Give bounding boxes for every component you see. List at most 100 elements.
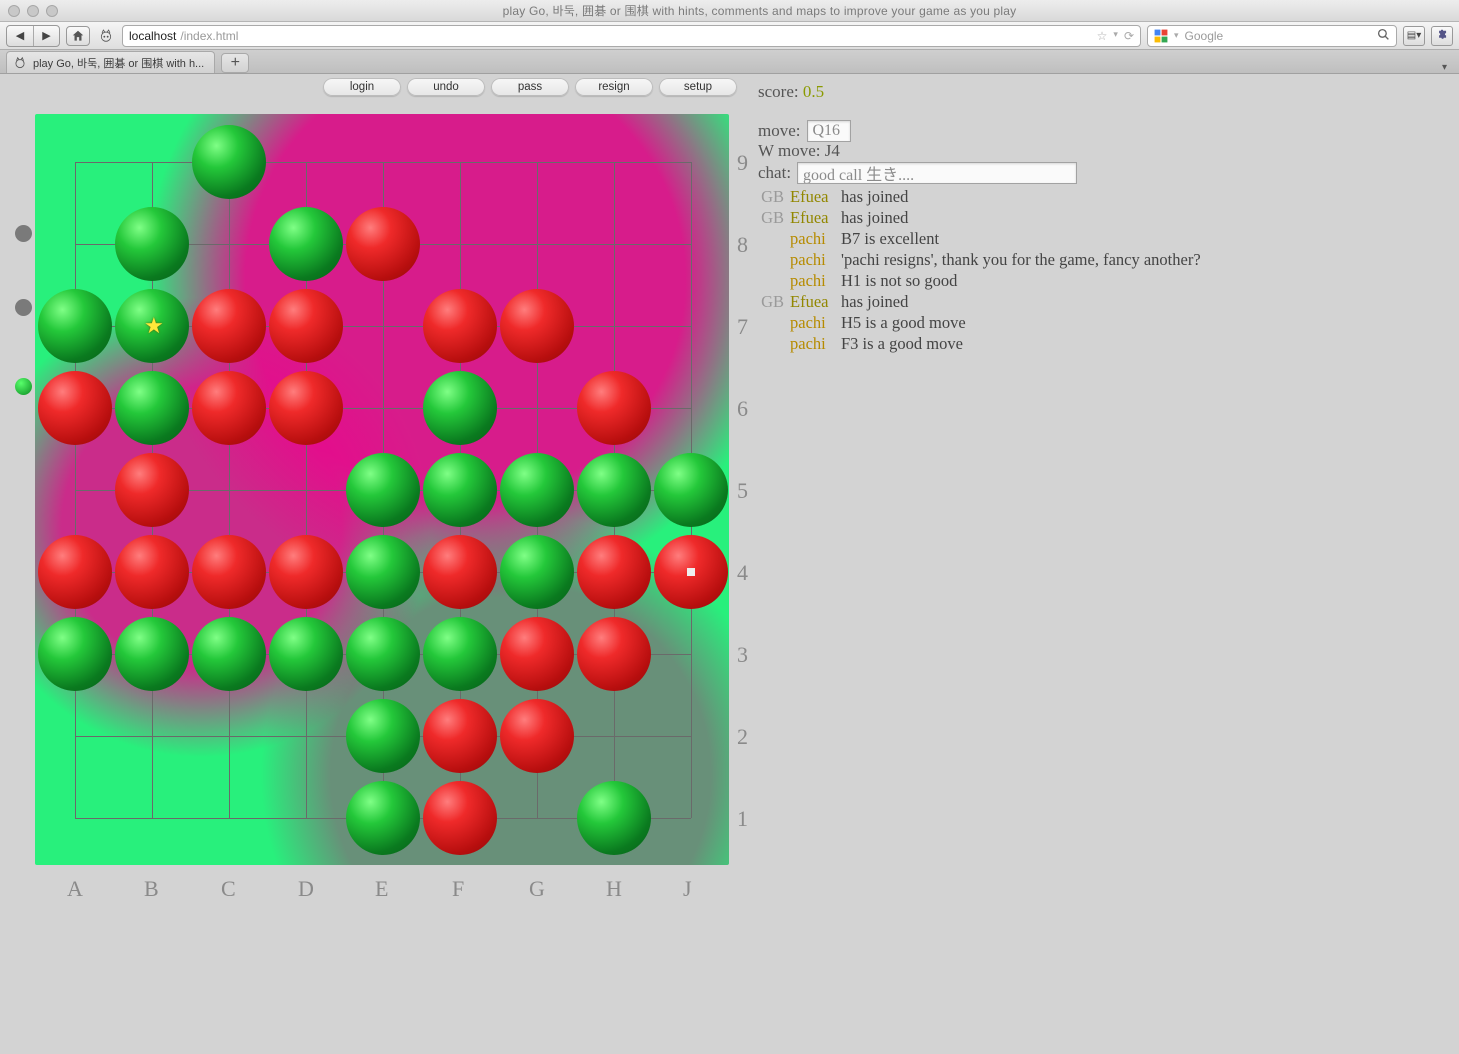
tab-overflow-icon[interactable]: ▾ (1436, 62, 1453, 73)
chat-line: GBEfueahas joined (760, 207, 1201, 228)
stone-red[interactable] (577, 371, 651, 445)
stone-red[interactable] (500, 617, 574, 691)
chat-line: pachi'pachi resigns', thank you for the … (760, 249, 1201, 270)
chat-user: Efuea (790, 208, 835, 228)
stone-red[interactable] (500, 699, 574, 773)
col-label: J (683, 876, 692, 902)
stone-green[interactable] (346, 617, 420, 691)
stone-red[interactable] (423, 781, 497, 855)
site-icon (96, 26, 116, 46)
row-label: 2 (737, 724, 748, 750)
chat-text: F3 is a good move (841, 334, 963, 354)
stone-red[interactable] (346, 207, 420, 281)
stone-red[interactable] (38, 371, 112, 445)
reload-icon[interactable]: ⟳ (1124, 29, 1134, 43)
home-button[interactable] (66, 26, 90, 46)
chat-text: has joined (841, 208, 908, 228)
move-input[interactable] (807, 120, 851, 142)
minimize-icon[interactable] (27, 5, 39, 17)
stone-green[interactable] (500, 453, 574, 527)
chat-line: pachiB7 is excellent (760, 228, 1201, 249)
dropdown-icon[interactable]: ▾ (1113, 29, 1118, 43)
undo-button[interactable]: undo (407, 78, 485, 96)
score-label: score: (758, 82, 803, 101)
setup-button[interactable]: setup (659, 78, 737, 96)
search-bar[interactable]: ▾ Google (1147, 25, 1397, 47)
login-button[interactable]: login (323, 78, 401, 96)
new-tab-button[interactable]: + (221, 53, 249, 73)
url-bar[interactable]: localhost/index.html ☆ ▾ ⟳ (122, 25, 1141, 47)
url-host: localhost (129, 29, 176, 43)
stone-red[interactable] (577, 535, 651, 609)
stone-red[interactable] (115, 535, 189, 609)
stone-green[interactable] (192, 125, 266, 199)
bookmarks-button[interactable]: ▤▾ (1403, 26, 1425, 46)
chat-user: pachi (790, 271, 835, 291)
chat-line: pachiH1 is not so good (760, 270, 1201, 291)
stone-red[interactable] (269, 289, 343, 363)
side-dot (15, 225, 32, 242)
col-label: B (144, 876, 159, 902)
stone-green[interactable] (38, 617, 112, 691)
row-label: 8 (737, 232, 748, 258)
stone-green[interactable] (115, 207, 189, 281)
stone-green[interactable] (192, 617, 266, 691)
chat-input[interactable] (797, 162, 1077, 184)
col-label: D (298, 876, 314, 902)
bookmark-star-icon[interactable]: ☆ (1097, 29, 1108, 43)
stone-red[interactable] (192, 371, 266, 445)
stone-green[interactable] (115, 371, 189, 445)
stone-green[interactable] (423, 453, 497, 527)
stone-red[interactable] (577, 617, 651, 691)
stone-green[interactable] (346, 535, 420, 609)
stone-green[interactable] (346, 699, 420, 773)
search-icon[interactable] (1377, 28, 1390, 44)
pass-button[interactable]: pass (491, 78, 569, 96)
row-label: 4 (737, 560, 748, 586)
stone-green[interactable] (269, 207, 343, 281)
close-icon[interactable] (8, 5, 20, 17)
stone-green[interactable] (500, 535, 574, 609)
back-button[interactable]: ◀ (7, 26, 33, 46)
stone-green[interactable] (577, 453, 651, 527)
chat-user: pachi (790, 250, 835, 270)
stone-red[interactable] (115, 453, 189, 527)
tab-label: play Go, 바둑, 囲碁 or 围棋 with h... (33, 55, 204, 71)
stone-red[interactable] (423, 535, 497, 609)
extensions-button[interactable] (1431, 26, 1453, 46)
chat-text: B7 is excellent (841, 229, 939, 249)
wmove-label: W move: J4 (758, 141, 840, 161)
stone-green[interactable] (346, 781, 420, 855)
chat-log: GBEfueahas joinedGBEfueahas joinedpachiB… (760, 186, 1201, 354)
stone-green[interactable] (38, 289, 112, 363)
forward-button[interactable]: ▶ (33, 26, 59, 46)
chevron-down-icon[interactable]: ▾ (1174, 30, 1179, 41)
stone-red[interactable] (423, 289, 497, 363)
stone-green[interactable] (269, 617, 343, 691)
stone-green[interactable] (423, 371, 497, 445)
stone-red[interactable] (192, 535, 266, 609)
stone-green[interactable] (346, 453, 420, 527)
page-content: login undo pass resign setup score: 0.5 … (0, 74, 1459, 1054)
go-board[interactable]: ★ 987654321ABCDEFGHJ (35, 114, 750, 919)
stone-red[interactable] (269, 535, 343, 609)
chat-prefix: GB (760, 292, 784, 312)
zoom-icon[interactable] (46, 5, 58, 17)
resign-button[interactable]: resign (575, 78, 653, 96)
stone-green[interactable] (423, 617, 497, 691)
chat-user: Efuea (790, 187, 835, 207)
stone-red[interactable] (423, 699, 497, 773)
stone-red[interactable] (38, 535, 112, 609)
traffic-lights (8, 5, 58, 17)
score-display: score: 0.5 (758, 82, 824, 102)
stone-red[interactable] (192, 289, 266, 363)
stone-red[interactable] (269, 371, 343, 445)
move-label: move: (758, 121, 801, 141)
window-title: play Go, 바둑, 囲碁 or 围棋 with hints, commen… (68, 2, 1451, 19)
row-label: 1 (737, 806, 748, 832)
stone-green[interactable] (654, 453, 728, 527)
tab-go[interactable]: play Go, 바둑, 囲碁 or 围棋 with h... (6, 51, 215, 73)
stone-green[interactable] (577, 781, 651, 855)
stone-green[interactable] (115, 617, 189, 691)
stone-red[interactable] (500, 289, 574, 363)
